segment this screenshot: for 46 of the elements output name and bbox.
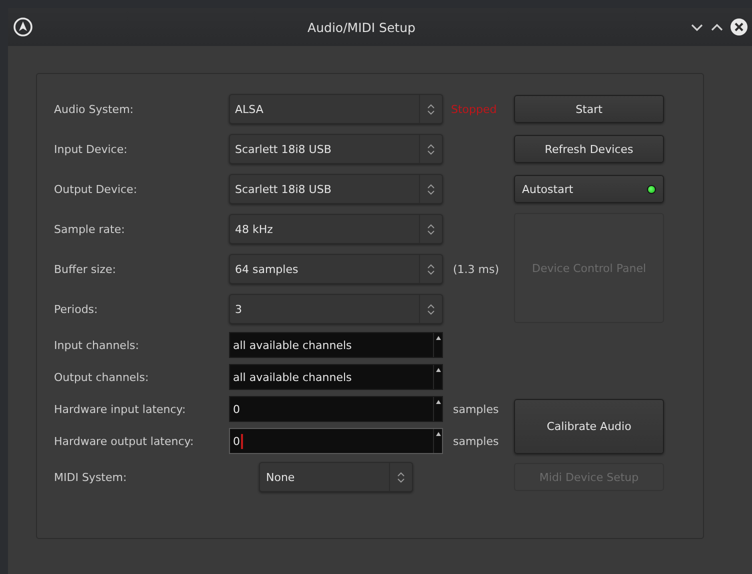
unit-text: samples [452, 402, 500, 416]
field-label: Hardware input latency: [54, 402, 187, 416]
up-down-arrows-icon [427, 222, 435, 236]
up-down-arrows-icon [427, 182, 435, 196]
close-icon[interactable] [730, 18, 748, 36]
push-button[interactable]: Start [514, 95, 664, 123]
dropdown[interactable]: Scarlett 18i8 USB [229, 174, 443, 204]
field-label: Periods: [54, 302, 99, 316]
field-label: Input channels: [54, 338, 140, 352]
field-label: Buffer size: [54, 262, 117, 276]
field-label: Audio System: [54, 102, 134, 116]
field-label: Output channels: [54, 370, 150, 384]
autostart-toggle[interactable]: Autostart [514, 175, 664, 203]
field-label: Output Device: [54, 182, 138, 196]
field-label: Sample rate: [54, 222, 126, 236]
spin-field[interactable]: all available channels [229, 364, 443, 390]
spin-field[interactable]: 0 [229, 396, 443, 422]
dropdown[interactable]: ALSA [229, 94, 443, 124]
field-label: Input Device: [54, 142, 128, 156]
spin-up-icon[interactable] [436, 432, 440, 436]
up-down-arrows-icon [397, 470, 405, 484]
up-down-arrows-icon [427, 142, 435, 156]
field-label: Hardware output latency: [54, 434, 195, 448]
unit-text: samples [452, 434, 500, 448]
spin-up-icon[interactable] [436, 400, 440, 404]
unit-text: (1.3 ms) [452, 262, 500, 276]
spin-up-icon[interactable] [436, 368, 440, 372]
up-down-arrows-icon [427, 102, 435, 116]
push-button[interactable]: Refresh Devices [514, 135, 664, 163]
field-label: MIDI System: [54, 470, 128, 484]
up-down-arrows-icon [427, 262, 435, 276]
text-cursor [241, 434, 243, 448]
window-title: Audio/MIDI Setup [306, 20, 416, 34]
dropdown[interactable]: 64 samples [229, 254, 443, 284]
maximize-icon[interactable] [710, 21, 724, 33]
spin-up-icon[interactable] [436, 336, 440, 340]
dropdown[interactable]: None [259, 462, 413, 492]
up-down-arrows-icon [427, 302, 435, 316]
dropdown[interactable]: 48 kHz [229, 214, 443, 244]
spin-field[interactable]: 0 [229, 428, 443, 454]
spin-field[interactable]: all available channels [229, 332, 443, 358]
status-text: Stopped [450, 102, 498, 116]
app-logo-icon [13, 17, 33, 37]
push-button[interactable]: Calibrate Audio [514, 399, 664, 454]
dropdown[interactable]: Scarlett 18i8 USB [229, 134, 443, 164]
dropdown[interactable]: 3 [229, 294, 443, 324]
